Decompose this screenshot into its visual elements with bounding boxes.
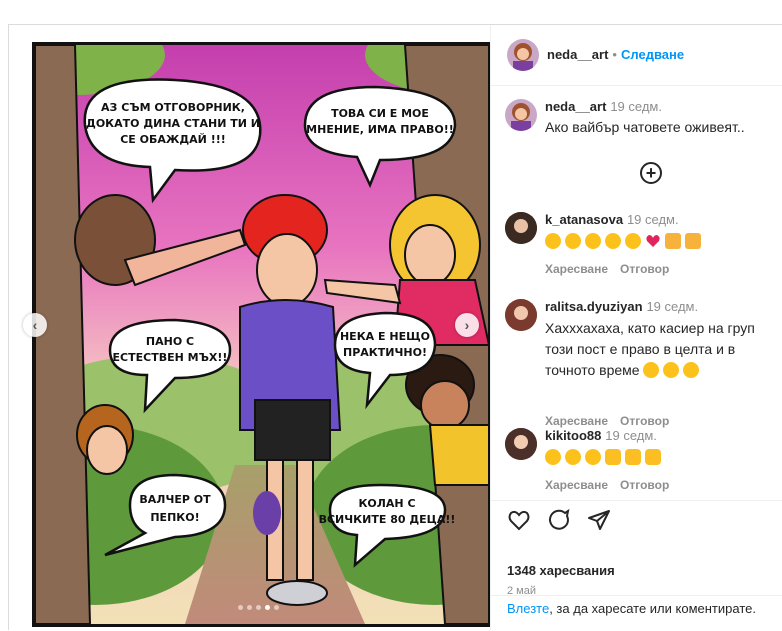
comment-time: 19 седм.	[605, 428, 657, 443]
joy-emoji-icon	[565, 233, 581, 249]
clap-emoji-icon	[605, 449, 621, 465]
comment-item: k_atanasova 19 седм. Харесване Отговор	[505, 212, 782, 276]
comment-text-line: този пост е право в целта и в	[545, 341, 736, 357]
comment-like-button[interactable]: Харесване	[545, 478, 608, 492]
avatar-illustration	[511, 103, 531, 131]
carousel-next-button[interactable]: ›	[455, 313, 479, 337]
likes-count[interactable]: 1348 харесвания	[507, 563, 615, 578]
comment-emoji-row	[545, 231, 705, 252]
author-avatar[interactable]	[507, 39, 539, 71]
clap-emoji-icon	[645, 449, 661, 465]
commenter-avatar[interactable]	[505, 428, 537, 460]
commenter-avatar[interactable]	[505, 299, 537, 331]
bubble-2-text: ТОВА СИ Е МОЕ	[331, 107, 429, 120]
chevron-left-icon: ‹	[32, 317, 38, 333]
carousel-dot-active	[265, 605, 270, 610]
login-prompt: Влезте, за да харесате или коментирате.	[491, 595, 782, 631]
joy-emoji-icon	[585, 233, 601, 249]
comment-reply-button[interactable]: Отговор	[620, 478, 669, 492]
carousel-dot	[274, 605, 279, 610]
chevron-right-icon: ›	[464, 317, 470, 333]
avatar-photo	[505, 428, 537, 460]
caption: neda__art 19 седм. Ако вайбър чатовете о…	[505, 99, 782, 139]
comment-text-line: Хахххахаха, като касиер на груп	[545, 320, 755, 336]
caption-text: Ако вайбър чатовете оживеят..	[545, 119, 745, 135]
carousel-dot	[238, 605, 243, 610]
comment-text-line: точното време	[545, 362, 640, 378]
clap-emoji-icon	[625, 449, 641, 465]
post-media[interactable]: АЗ СЪМ ОТГОВОРНИК, ДОКАТО ДИНА СТАНИ ТИ …	[9, 25, 490, 630]
joy-emoji-icon	[585, 449, 601, 465]
joy-emoji-icon	[545, 233, 561, 249]
comment-icon[interactable]	[547, 508, 571, 532]
carousel-indicator	[238, 605, 279, 610]
comment-reply-button[interactable]: Отговор	[620, 262, 669, 276]
bubble-4-text: НЕКА Е НЕЩО	[340, 330, 430, 343]
comic-illustration: АЗ СЪМ ОТГОВОРНИК, ДОКАТО ДИНА СТАНИ ТИ …	[35, 45, 489, 624]
comment-like-button[interactable]: Харесване	[545, 262, 608, 276]
bubble-1-text-2: ДОКАТО ДИНА СТАНИ ТИ И	[86, 117, 260, 130]
avatar-photo	[505, 299, 537, 331]
carousel-dot	[256, 605, 261, 610]
login-link[interactable]: Влезте	[507, 601, 549, 616]
separator-dot: •	[612, 47, 617, 62]
raised-hands-emoji-icon	[685, 233, 701, 249]
bubble-6-text-2: ВСИЧКИТЕ 80 ДЕЦА!!	[319, 513, 456, 526]
avatar-illustration	[513, 43, 533, 71]
joy-emoji-icon	[545, 449, 561, 465]
post-header: neda__art • Следване	[491, 25, 782, 86]
joy-emoji-icon	[625, 233, 641, 249]
comment-time: 19 седм.	[626, 212, 679, 227]
heart-outline-icon[interactable]	[507, 508, 531, 532]
bubble-5-text: ВАЛЧЕР ОТ	[139, 493, 211, 506]
joy-emoji-icon	[683, 362, 700, 378]
joy-emoji-icon	[663, 362, 680, 378]
comic-image: АЗ СЪМ ОТГОВОРНИК, ДОКАТО ДИНА СТАНИ ТИ …	[32, 42, 490, 627]
caption-time: 19 седм.	[610, 99, 662, 114]
avatar-photo	[505, 212, 537, 244]
comment-username[interactable]: ralitsa.dyuziyan	[545, 299, 643, 314]
login-prompt-text: , за да харесате или коментирате.	[549, 601, 756, 616]
commenter-avatar[interactable]	[505, 212, 537, 244]
paper-plane-icon[interactable]	[587, 508, 611, 532]
carousel-dot	[247, 605, 252, 610]
bubble-4-text-2: ПРАКТИЧНО!	[343, 346, 427, 359]
raised-hands-emoji-icon	[665, 233, 681, 249]
follow-button[interactable]: Следване	[621, 47, 684, 62]
comment-username[interactable]: k_atanasova	[545, 212, 623, 227]
comment-emoji-row	[545, 447, 665, 468]
bubble-1-text: АЗ СЪМ ОТГОВОРНИК,	[101, 101, 245, 114]
bubble-3-text-2: ЕСТЕСТВЕН МЪХ!!	[113, 351, 228, 364]
bubble-1-text-3: СЕ ОБАЖДАЙ !!!	[120, 133, 226, 146]
bubble-2-text-2: МНЕНИЕ, ИМА ПРАВО!!	[306, 123, 454, 136]
bubble-6-text: КОЛАН С	[358, 497, 415, 510]
comment-username[interactable]: kikitoo88	[545, 428, 601, 443]
bubble-3-text: ПАНО С	[146, 335, 194, 348]
bubble-5-text-2: ПЕПКО!	[150, 511, 199, 524]
comment-item: kikitoo88 19 седм. Харесване Отговор	[505, 428, 782, 492]
caption-avatar[interactable]	[505, 99, 537, 131]
carousel-prev-button[interactable]: ‹	[23, 313, 47, 337]
caption-username[interactable]: neda__art	[545, 99, 606, 114]
joy-emoji-icon	[605, 233, 621, 249]
comment-time: 19 седм.	[646, 299, 699, 314]
comment-item: ralitsa.dyuziyan 19 седм. Хахххахаха, ка…	[505, 299, 782, 428]
heart-emoji-icon	[645, 233, 661, 249]
plus-circle-icon[interactable]: +	[640, 162, 662, 184]
post-sidebar: neda__art • Следване neda__art 19 седм. …	[490, 25, 782, 630]
author-username[interactable]: neda__art	[547, 47, 608, 62]
joy-emoji-icon	[565, 449, 581, 465]
joy-emoji-icon	[643, 362, 660, 378]
